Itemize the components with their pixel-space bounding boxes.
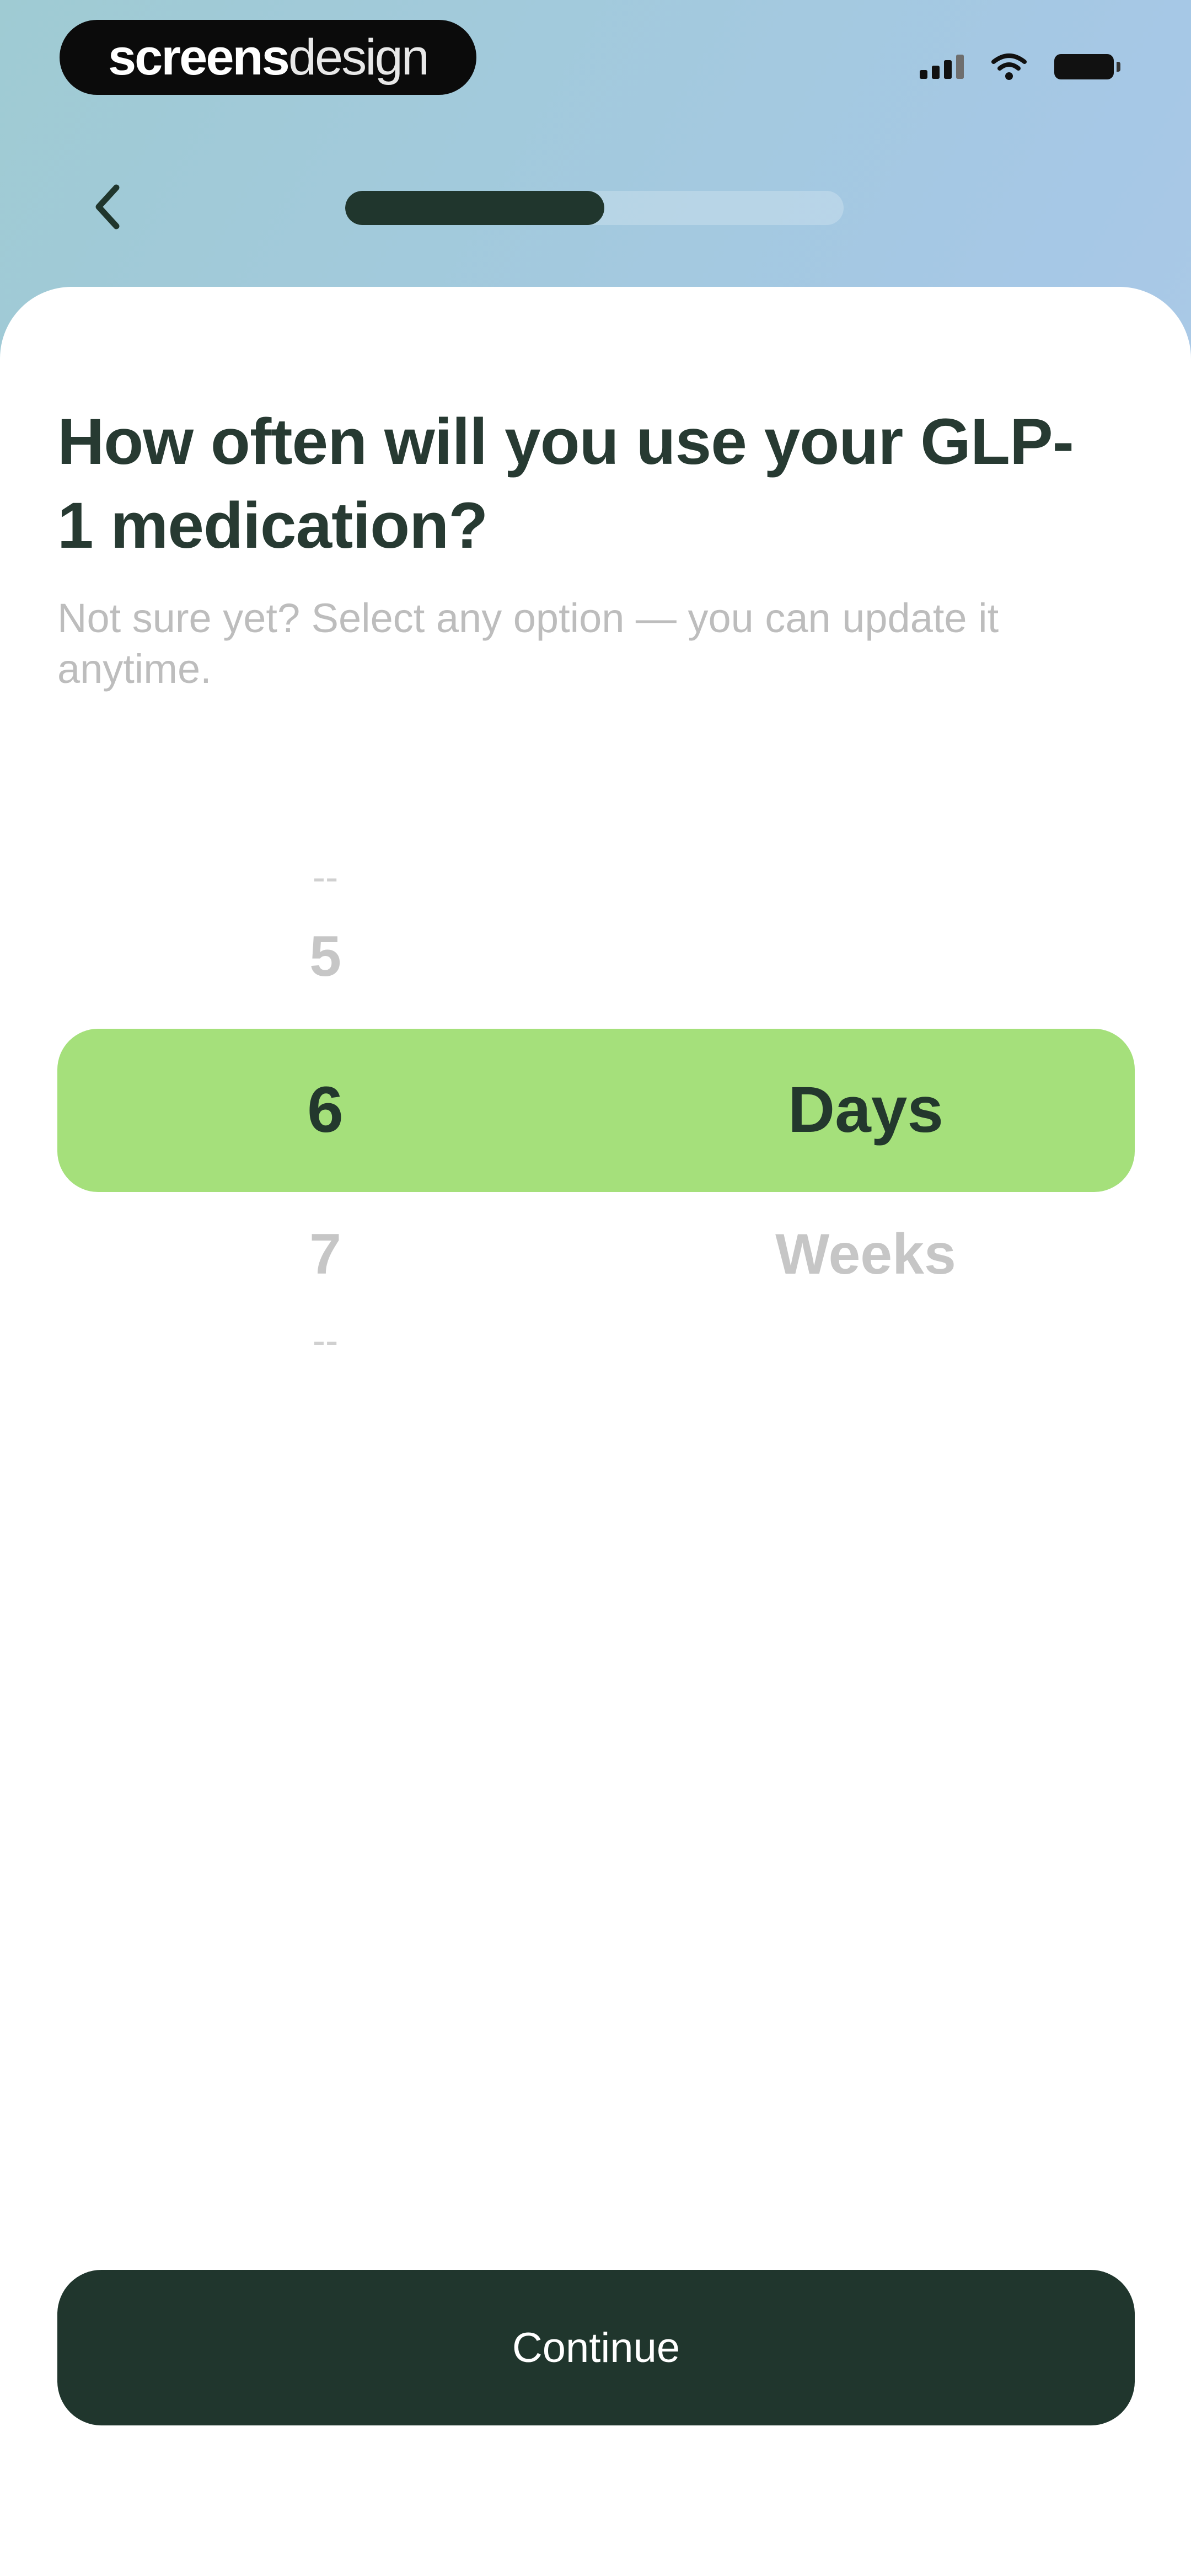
- cellular-signal-icon: [920, 55, 964, 79]
- picker-number-selected[interactable]: 6: [215, 1072, 436, 1147]
- brand-logo-pill: screens design: [60, 20, 476, 95]
- picker-number-item[interactable]: 7: [215, 1222, 436, 1287]
- back-button[interactable]: [77, 177, 138, 237]
- brand-logo-light: design: [288, 29, 430, 85]
- brand-logo-bold: screens: [108, 29, 290, 85]
- progress-bar: [345, 191, 844, 225]
- progress-bar-fill: [345, 191, 605, 225]
- question-title: How often will you use your GLP-1 medica…: [57, 405, 1074, 562]
- picker-number-item[interactable]: --: [215, 1318, 436, 1362]
- question-subtitle: Not sure yet? Select any option — you ca…: [57, 595, 999, 692]
- picker-number-item[interactable]: --: [215, 855, 436, 899]
- picker-unit-item[interactable]: Weeks: [695, 1222, 1037, 1287]
- status-icons: [920, 53, 1120, 81]
- chevron-left-icon: [95, 184, 120, 229]
- wifi-icon: [991, 54, 1027, 80]
- battery-icon: [1054, 54, 1120, 79]
- content-sheet: How often will you use your GLP-1 medica…: [0, 287, 1191, 2576]
- picker-number-item[interactable]: 5: [215, 924, 436, 990]
- continue-button[interactable]: Continue: [57, 2270, 1135, 2425]
- screen: screens design How often will you use you…: [0, 0, 1191, 2576]
- picker-unit-selected[interactable]: Days: [695, 1072, 1037, 1147]
